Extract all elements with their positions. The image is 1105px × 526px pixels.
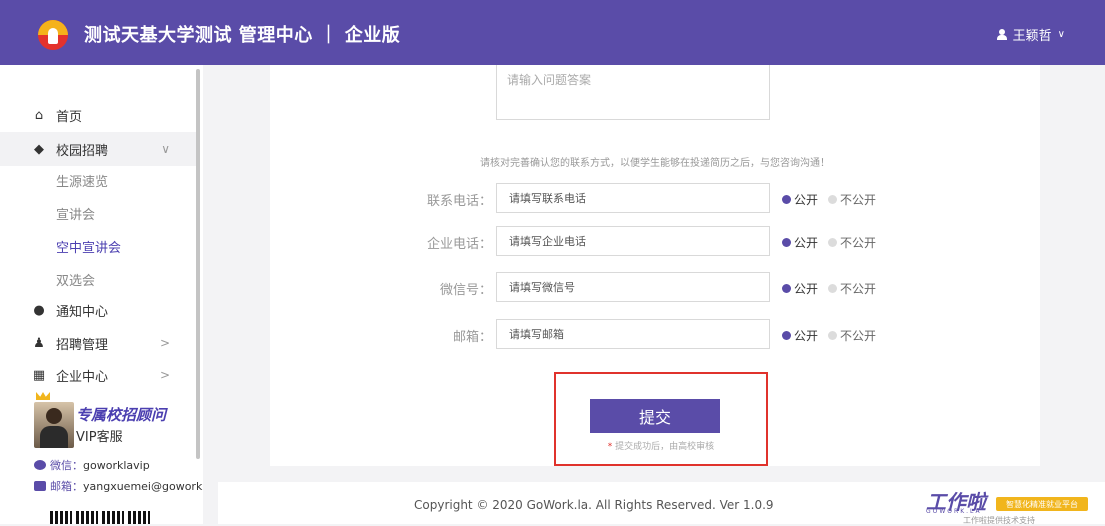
field-label: 联系电话： (426, 194, 492, 209)
chevron-right-icon: > (159, 336, 170, 350)
sidebar-item-label: 首页 (56, 109, 83, 125)
chevron-right-icon: > (159, 368, 170, 382)
email-input[interactable]: 请填写邮箱 (496, 319, 770, 349)
graduation-cap-icon: ◆ (34, 141, 44, 157)
vip-advisor-card[interactable]: 专属校招顾问 VIP客服 (34, 392, 194, 448)
mail-icon (34, 481, 46, 491)
contact-wechat: 微信： goworklavip (34, 457, 150, 473)
sidebar-subitem-presentation[interactable]: 宣讲会 (56, 204, 95, 223)
contact-form-card: 请输入问题答案 请核对完善确认您的联系方式，以便学生能够在投递简历之后，与您咨询… (270, 65, 1040, 466)
public-radio[interactable]: 公开 (782, 191, 818, 208)
wechat-input[interactable]: 请填写微信号 (496, 272, 770, 302)
visibility-radio-group: 公开 不公开 (782, 191, 876, 208)
sidebar-item-label: 通知中心 (56, 304, 109, 320)
submit-highlight-box: 提交 * 提交成功后，由高校审核 (554, 372, 768, 466)
answer-textarea[interactable]: 请输入问题答案 (496, 65, 770, 120)
visibility-radio-group: 公开 不公开 (782, 234, 876, 251)
visibility-radio-group: 公开 不公开 (782, 327, 876, 344)
sidebar-subitem-job-fair[interactable]: 双选会 (56, 270, 95, 289)
contact-email: 邮箱： yangxuemei@gowork.l (34, 478, 203, 494)
private-radio[interactable]: 不公开 (828, 191, 876, 208)
advisor-avatar (34, 402, 74, 448)
sidebar-item-company-center[interactable]: ▦ 企业中心 > (0, 358, 196, 392)
user-name: 王颖哲 (1012, 29, 1052, 44)
vip-subtitle: VIP客服 (76, 430, 123, 445)
public-radio[interactable]: 公开 (782, 234, 818, 251)
vip-title: 专属校招顾问 (76, 406, 167, 424)
phone-input[interactable]: 请填写联系电话 (496, 183, 770, 213)
public-radio[interactable]: 公开 (782, 327, 818, 344)
chevron-down-icon: ∨ (1057, 29, 1065, 40)
wechat-icon (34, 460, 46, 470)
chevron-down-icon: ∨ (161, 142, 170, 156)
user-icon (996, 29, 1007, 40)
private-radio[interactable]: 不公开 (828, 327, 876, 344)
contact-hint: 请核对完善确认您的联系方式，以便学生能够在投递简历之后，与您咨询沟通！ (480, 158, 830, 169)
sidebar-subitem-online-presentation[interactable]: 空中宣讲会 (56, 237, 121, 256)
chat-bubble-icon: ● (33, 302, 45, 318)
visibility-radio-group: 公开 不公开 (782, 280, 876, 297)
page-title: 测试天基大学测试 管理中心 ｜ 企业版 (84, 25, 401, 46)
public-radio[interactable]: 公开 (782, 280, 818, 297)
copyright-text: Copyright © 2020 GoWork.la. All Rights R… (414, 498, 774, 512)
crown-icon (36, 392, 50, 400)
company-phone-input[interactable]: 请填写企业电话 (496, 226, 770, 256)
submit-note: * 提交成功后，由高校审核 (607, 442, 715, 452)
sidebar-item-label: 招聘管理 (56, 337, 109, 353)
sidebar-scrollbar[interactable] (196, 69, 200, 459)
sidebar-subitem-student-overview[interactable]: 生源速览 (56, 171, 108, 190)
sidebar-item-notifications[interactable]: ● 通知中心 (0, 293, 196, 327)
field-label: 邮箱： (452, 330, 492, 345)
user-menu[interactable]: 王颖哲 ∨ (996, 25, 1065, 44)
field-row-email: 邮箱： 请填写邮箱 公开 不公开 (270, 319, 1040, 349)
page-footer: Copyright © 2020 GoWork.la. All Rights R… (218, 482, 1105, 525)
sidebar-item-recruit-manage[interactable]: ♟ 招聘管理 > (0, 326, 196, 360)
home-icon: ⌂ (34, 107, 44, 123)
qr-code-image (50, 511, 160, 524)
field-label: 微信号： (439, 283, 492, 298)
sidebar-item-campus-recruit[interactable]: ◆ 校园招聘 ∨ (0, 132, 196, 166)
sidebar-item-label: 校园招聘 (56, 143, 109, 159)
field-row-company-phone: 企业电话： 请填写企业电话 公开 不公开 (270, 226, 1040, 256)
private-radio[interactable]: 不公开 (828, 280, 876, 297)
submit-button[interactable]: 提交 (590, 399, 720, 433)
platform-badge: 智慧化精准就业平台 (996, 497, 1088, 511)
private-radio[interactable]: 不公开 (828, 234, 876, 251)
field-label: 企业电话： (426, 237, 492, 252)
sidebar-item-home[interactable]: ⌂ 首页 (0, 98, 196, 132)
field-row-phone: 联系电话： 请填写联系电话 公开 不公开 (270, 183, 1040, 213)
sidebar: ⌂ 首页 ◆ 校园招聘 ∨ 生源速览 宣讲会 空中宣讲会 双选会 ● 通知中心 … (0, 65, 203, 524)
top-header: 测试天基大学测试 管理中心 ｜ 企业版 王颖哲 ∨ (0, 0, 1105, 65)
sidebar-item-label: 企业中心 (56, 369, 109, 385)
tech-support-text: 工作啦提供技术支持 (963, 516, 1035, 525)
school-logo-icon[interactable] (38, 20, 68, 50)
building-icon: ▦ (32, 367, 46, 383)
gowork-logo-sub: GOWORK.LA (926, 508, 982, 515)
field-row-wechat: 微信号： 请填写微信号 公开 不公开 (270, 272, 1040, 302)
user-icon: ♟ (33, 335, 45, 351)
